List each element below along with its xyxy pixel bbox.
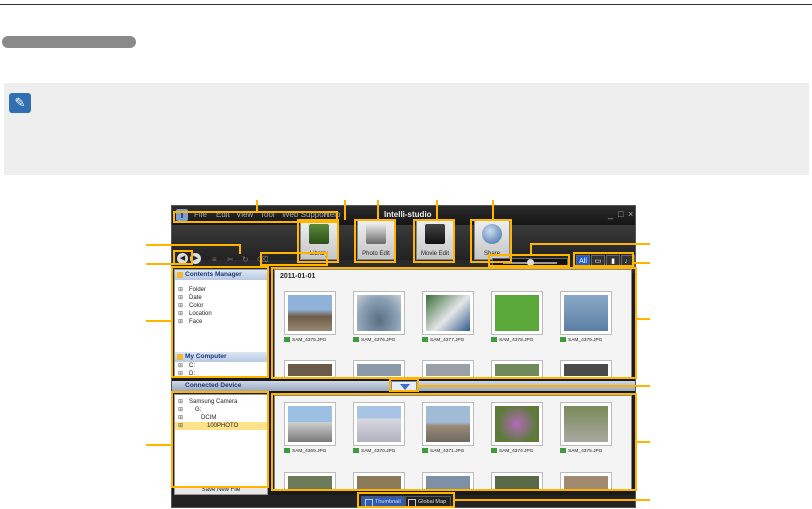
tool-rotate-icon[interactable]: ↻ [242,255,249,264]
highlight-photo-edit [354,219,396,263]
callout-line [256,200,258,211]
callout-line [419,385,650,387]
tool-cut-icon[interactable]: ✂ [227,255,234,264]
minimize-icon[interactable]: _ [608,209,613,219]
callout-line [492,200,494,220]
highlight-view-tabs [357,492,455,508]
close-icon[interactable]: × [628,209,633,219]
note-box [4,83,809,175]
callout-line [146,320,171,322]
highlight-nav [173,250,193,265]
highlight-device-pane [271,393,637,491]
callout-line [634,262,650,264]
highlight-tools [260,252,328,266]
highlight-zoom [488,254,570,267]
app-title: Intelli-studio [384,210,432,219]
callout-line [377,200,379,220]
callout-line [239,244,241,254]
highlight-filters [573,252,634,267]
callout-line [455,499,650,501]
highlight-contents-panel [171,266,269,378]
top-rule [0,4,812,5]
connected-device-title: Connected Device [185,382,242,389]
note-pencil-icon: ✎ [9,93,31,113]
highlight-movie-edit [413,219,455,263]
callout-line [436,200,438,220]
callout-line [530,243,650,245]
callout-line [637,441,650,443]
highlight-device-panel [171,391,269,488]
section-heading-bar [2,36,136,48]
tool-grid-icon[interactable]: ≡ [212,255,217,264]
callout-line [530,243,532,254]
callout-line [637,318,650,320]
callout-line [146,444,171,446]
callout-line [146,244,241,246]
highlight-expand [389,378,419,392]
highlight-library-pane [271,267,637,379]
callout-line [146,263,173,265]
maximize-icon[interactable]: □ [618,209,623,219]
callout-line [344,200,346,220]
